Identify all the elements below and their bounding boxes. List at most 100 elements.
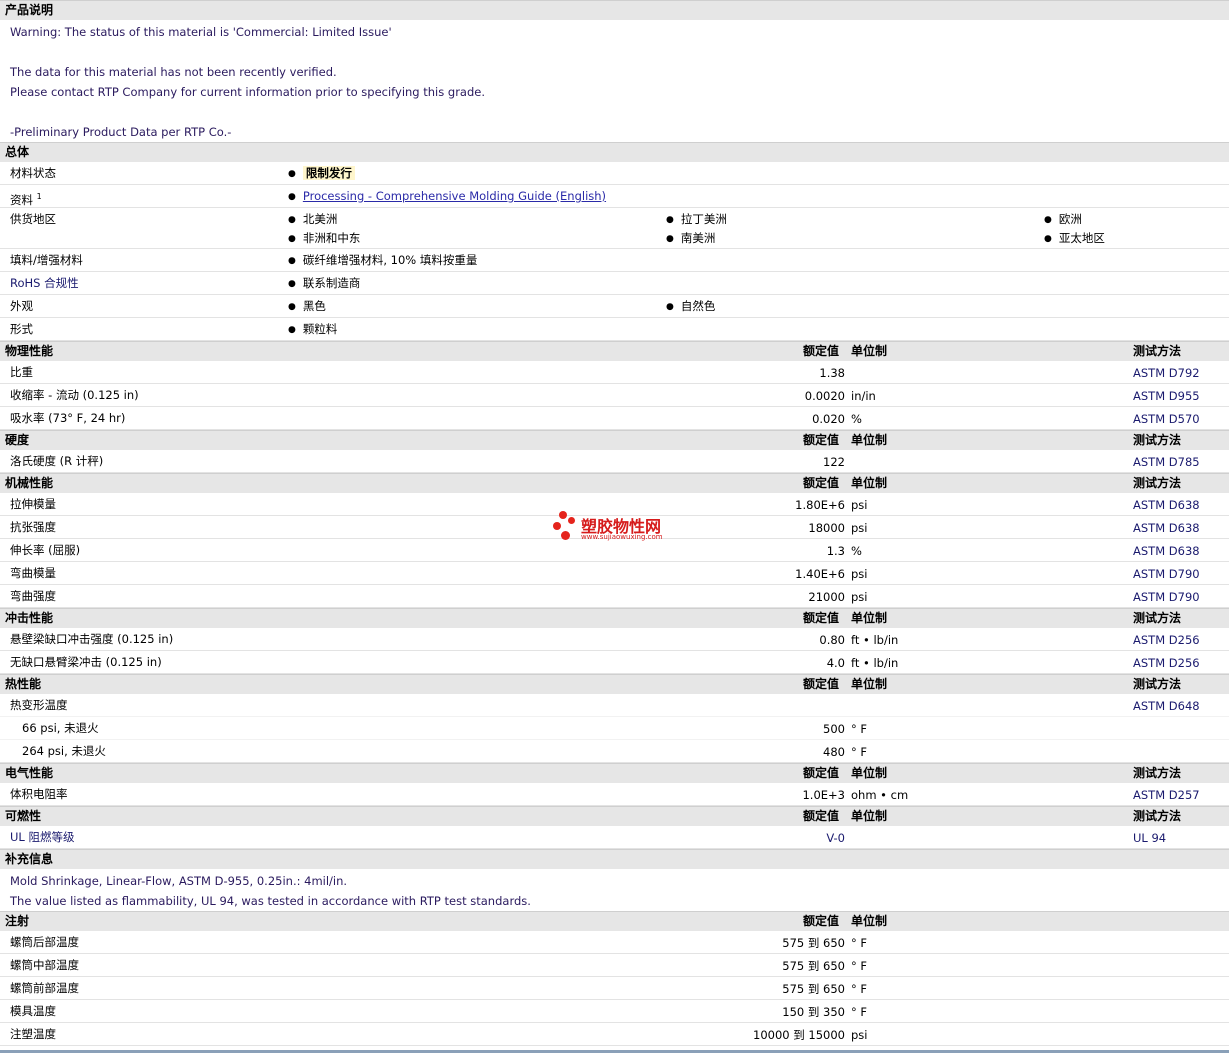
property-value: 575 到 650	[782, 936, 845, 950]
property-value: 1.3	[826, 544, 845, 558]
property-label: 264 psi, 未退火	[22, 744, 106, 758]
property-row: 注塑温度 10000 到 15000 psi	[0, 1023, 1229, 1046]
section-title: 补充信息	[5, 852, 54, 866]
property-unit: ohm • cm	[851, 788, 909, 802]
property-row: 吸水率 (73° F, 24 hr) 0.020% ASTM D570	[0, 407, 1229, 430]
section-title: 总体	[5, 145, 30, 159]
property-row: 热变形温度 ASTM D648	[0, 694, 1229, 717]
header-method: 测试方法	[1133, 766, 1182, 780]
property-value: 150 到 350	[782, 1005, 845, 1019]
property-unit: ° F	[851, 936, 868, 950]
test-method: ASTM D638	[1133, 544, 1200, 558]
section-title: 硬度	[5, 433, 30, 447]
header-unit: 单位制	[851, 809, 888, 823]
test-method: ASTM D570	[1133, 412, 1200, 426]
property-label: UL 阻燃等级	[10, 830, 75, 844]
property-row: 比重 1.38 ASTM D792	[0, 361, 1229, 384]
watermark-url: www.sujiaowuxing.com	[581, 533, 663, 541]
section-header-flammability: 可燃性 额定值 单位制 测试方法	[0, 806, 1229, 826]
property-label: 体积电阻率	[10, 787, 68, 801]
row-label: 外观	[10, 299, 33, 313]
property-row: 螺筒中部温度 575 到 650 ° F	[0, 954, 1229, 977]
property-unit: psi	[851, 498, 868, 512]
watermark-dot-icon	[568, 517, 575, 524]
test-method: ASTM D257	[1133, 788, 1200, 802]
property-label: 注塑温度	[10, 1027, 56, 1041]
property-row: 洛氏硬度 (R 计秤) 122 ASTM D785	[0, 450, 1229, 473]
property-value: 1.40E+6	[795, 567, 845, 581]
test-method: ASTM D792	[1133, 366, 1200, 380]
bullet-item: 黑色	[288, 295, 326, 320]
property-label: 比重	[10, 365, 33, 379]
section-header-supplement: 补充信息	[0, 849, 1229, 869]
section-header-thermal: 热性能 额定值 单位制 测试方法	[0, 674, 1229, 694]
header-method: 测试方法	[1133, 476, 1182, 490]
test-method: ASTM D256	[1133, 633, 1200, 647]
section-header-injection: 注射 额定值 单位制	[0, 911, 1229, 931]
header-unit: 单位制	[851, 476, 888, 490]
docs-label: 资料	[10, 192, 33, 207]
section-title: 可燃性	[5, 809, 42, 823]
property-unit: ° F	[851, 1005, 868, 1019]
property-label: 弯曲强度	[10, 589, 56, 603]
property-value: 1.0E+3	[802, 788, 845, 802]
property-label: 弯曲模量	[10, 566, 56, 580]
header-method: 测试方法	[1133, 809, 1182, 823]
site-watermark: 塑胶物性网 www.sujiaowuxing.com	[553, 511, 693, 545]
section-title: 热性能	[5, 677, 42, 691]
header-method: 测试方法	[1133, 611, 1182, 625]
property-value: 10000 到 15000	[753, 1028, 845, 1042]
section-header-description: 产品说明	[0, 0, 1229, 20]
property-label: 拉伸模量	[10, 497, 56, 511]
bullet-item: 联系制造商	[288, 272, 361, 297]
header-value: 额定值	[803, 433, 840, 447]
property-row: 模具温度 150 到 350 ° F	[0, 1000, 1229, 1023]
test-method: ASTM D790	[1133, 567, 1200, 581]
property-subrow: 264 psi, 未退火 480 ° F	[0, 740, 1229, 763]
test-method: ASTM D256	[1133, 656, 1200, 670]
property-label: 热变形温度	[10, 698, 68, 712]
header-unit: 单位制	[851, 611, 888, 625]
row-label: 供货地区	[10, 212, 56, 226]
property-value: 18000	[808, 521, 845, 535]
property-row: 螺筒前部温度 575 到 650 ° F	[0, 977, 1229, 1000]
property-unit: psi	[851, 1028, 868, 1042]
watermark-dot-icon	[553, 522, 561, 530]
bullet-item: 限制发行	[288, 162, 355, 187]
test-method: ASTM D785	[1133, 455, 1200, 469]
section-title: 注射	[5, 914, 30, 928]
property-label: 伸长率 (屈服)	[10, 543, 81, 557]
property-label: 66 psi, 未退火	[22, 721, 99, 735]
header-method: 测试方法	[1133, 344, 1182, 358]
property-label: 模具温度	[10, 1004, 56, 1018]
header-method: 测试方法	[1133, 677, 1182, 691]
property-label: 抗张强度	[10, 520, 56, 534]
test-method: ASTM D790	[1133, 590, 1200, 604]
note-line: The value listed as flammability, UL 94,…	[10, 894, 531, 908]
section-header-electrical: 电气性能 额定值 单位制 测试方法	[0, 763, 1229, 783]
row-regions: 供货地区 北美洲 拉丁美洲 欧洲 非洲和中东 南美洲 亚太地区	[0, 208, 1229, 249]
property-row: 收缩率 - 流动 (0.125 in) 0.0020 in/in ASTM D955	[0, 384, 1229, 407]
row-material-status: 材料状态 限制发行	[0, 162, 1229, 185]
row-rohs: RoHS 合规性 联系制造商	[0, 272, 1229, 295]
header-value: 额定值	[803, 476, 840, 490]
note-line: Mold Shrinkage, Linear-Flow, ASTM D-955,…	[10, 874, 348, 888]
bullet-item: 自然色	[666, 295, 716, 320]
test-method: ASTM D638	[1133, 498, 1200, 512]
row-label: RoHS 合规性	[10, 276, 79, 290]
section-title: 机械性能	[5, 476, 54, 490]
property-label: 螺筒中部温度	[10, 958, 79, 972]
section-header-hardness: 硬度 额定值 单位制 测试方法	[0, 430, 1229, 450]
property-unit: ft • lb/in	[851, 656, 899, 670]
header-method: 测试方法	[1133, 433, 1182, 447]
processing-guide-link[interactable]: Processing - Comprehensive Molding Guide…	[303, 189, 606, 203]
section-title: 物理性能	[5, 344, 54, 358]
watermark-dot-icon	[561, 531, 570, 540]
bullet-item: Processing - Comprehensive Molding Guide…	[288, 185, 606, 210]
row-documents: 资料 1 Processing - Comprehensive Molding …	[0, 185, 1229, 208]
row-label: 形式	[10, 322, 33, 336]
property-row: 悬壁梁缺口冲击强度 (0.125 in) 0.80 ft • lb/in ASTM D…	[0, 628, 1229, 651]
watermark-dot-icon	[559, 511, 567, 519]
property-value: 1.80E+6	[795, 498, 845, 512]
section-header-impact: 冲击性能 额定值 单位制 测试方法	[0, 608, 1229, 628]
